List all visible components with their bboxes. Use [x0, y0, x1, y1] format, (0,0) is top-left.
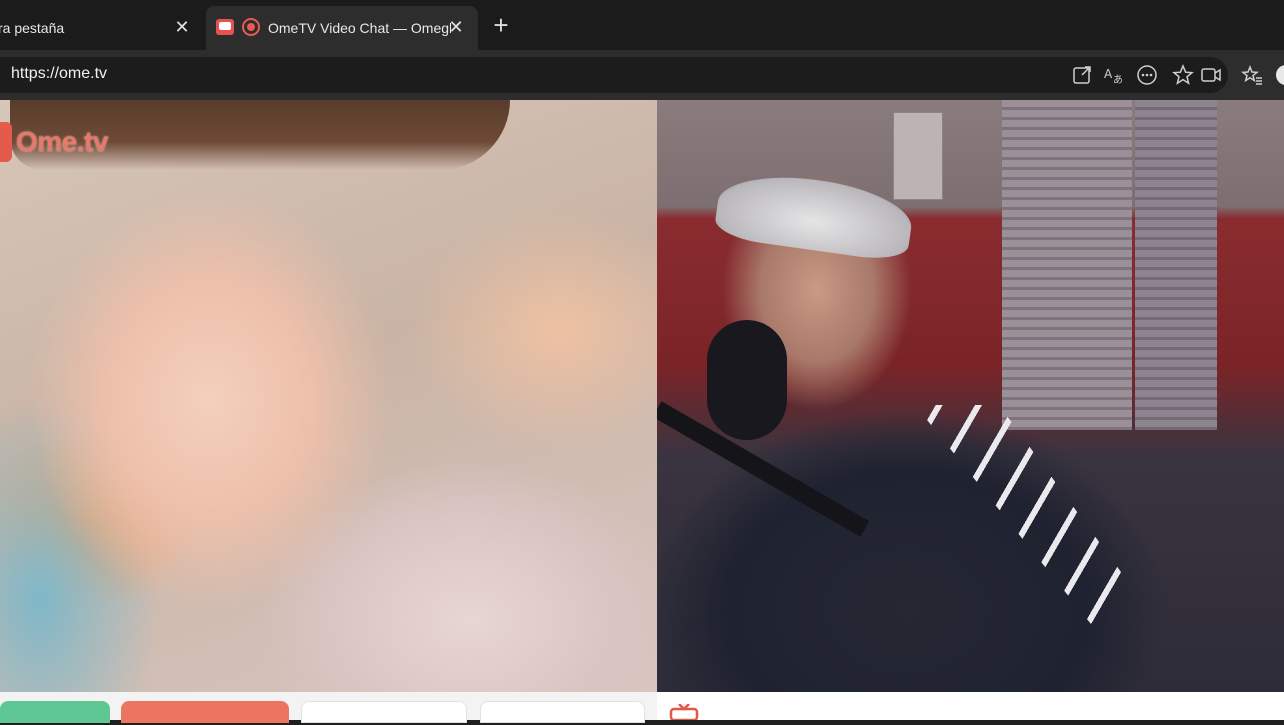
video-subject-cap	[713, 166, 916, 264]
right-video-feed	[657, 100, 1284, 692]
ometv-logo-text: Ome.tv	[16, 126, 108, 157]
ometv-chat-tv-icon	[669, 703, 707, 722]
microphone	[707, 320, 787, 440]
url-text[interactable]: https://ome.tv	[11, 65, 107, 83]
close-tab-icon[interactable]: ✕	[172, 17, 192, 37]
svg-text:あ: あ	[1113, 74, 1123, 86]
ometv-logo-badge-icon	[0, 122, 12, 162]
new-tab-button[interactable]: +	[488, 12, 514, 38]
svg-text:A: A	[1104, 67, 1113, 81]
recording-icon	[242, 18, 260, 36]
profile-icon[interactable]	[1275, 64, 1284, 86]
open-in-app-icon[interactable]	[1071, 64, 1093, 86]
address-bar: https://ome.tv Aあ	[0, 50, 1284, 100]
tab-title: ra pestaña	[0, 20, 65, 36]
tab-title: OmeTV Video Chat — Omegle	[268, 20, 451, 36]
video-camera-icon[interactable]	[1200, 64, 1222, 86]
tab-inactive[interactable]: ra pestaña ✕	[0, 6, 204, 50]
translate-icon[interactable]: Aあ	[1103, 64, 1125, 86]
jacket-stripes	[915, 405, 1125, 635]
wall-poster	[893, 112, 943, 200]
chat-panel	[657, 692, 1284, 722]
background-shutter	[1135, 100, 1217, 430]
background-shutter	[1002, 100, 1132, 430]
url-field[interactable]: https://ome.tv	[0, 57, 1228, 93]
tab-active[interactable]: OmeTV Video Chat — Omegle ✕	[206, 6, 478, 50]
favorite-star-icon[interactable]	[1172, 64, 1194, 86]
favorites-list-icon[interactable]	[1241, 64, 1263, 86]
chat-message-input[interactable]	[717, 706, 1117, 720]
tab-bar: ra pestaña ✕ OmeTV Video Chat — Omegle ✕…	[0, 0, 1284, 50]
close-tab-icon[interactable]: ✕	[446, 17, 466, 37]
ometv-favicon-icon	[216, 19, 234, 35]
left-video-feed: Ome.tv	[0, 100, 657, 692]
more-icon[interactable]	[1136, 64, 1158, 86]
ometv-logo: Ome.tv	[0, 122, 108, 162]
